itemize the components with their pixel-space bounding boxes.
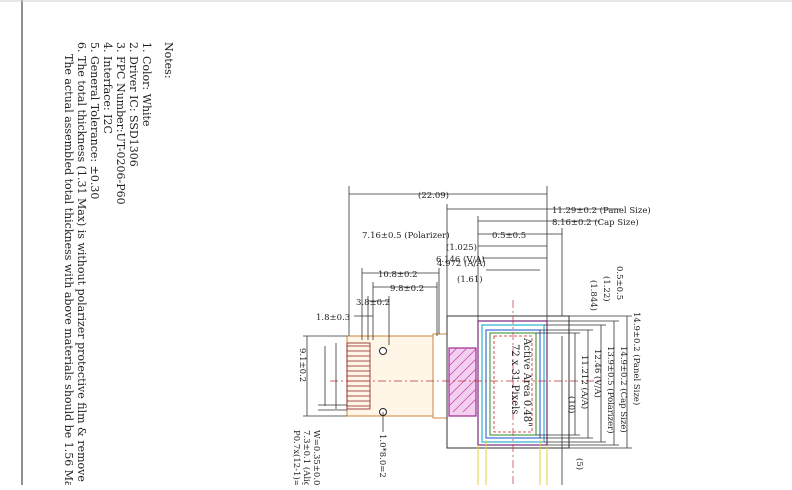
dim-offset-3: (1.61) <box>457 274 483 285</box>
notes-heading: Notes: <box>162 42 175 79</box>
note-5: 5. General Tolerance: ±0.30 <box>88 42 101 199</box>
dim-offset-1: 0.5±0.5 <box>492 231 526 241</box>
dim-aa-height: 11.212 (A/A) <box>579 355 590 409</box>
dim-fpc-width-outer: 10.8±0.2 <box>378 270 418 280</box>
dim-top-offset-3: (1.844) <box>588 280 599 311</box>
fpc-tail <box>346 333 448 419</box>
drawing-sheet: Notes: 1. Color: White 2. Driver IC: SSD… <box>0 0 792 490</box>
note-4: 4. Interface: I2C <box>101 42 114 134</box>
dim-hole: 1.0*8.0=2 <box>377 434 387 478</box>
yellow-guides <box>477 440 548 485</box>
dim-fpc-width-inner: 9.8±0.2 <box>390 284 424 294</box>
note-3: 3. FPC Number:UT-0206-P60 <box>114 42 127 205</box>
note-2: 2. Driver IC: SSD1306 <box>127 42 140 167</box>
dim-lead-width: W=0.35±0.03 <box>311 430 321 485</box>
dim-align: 7.3±0.1 (Align <box>301 430 312 485</box>
dim-cap-width: 8.16±0.2 (Cap Size) <box>552 217 639 228</box>
note-1: 1. Color: White <box>140 42 153 126</box>
dim-lead-pitch: P0.7x(12-1)= <box>291 430 302 485</box>
horizontal-dimension-labels: (22.09) 11.29±0.2 (Panel Size) 8.16±0.2 … <box>316 190 651 323</box>
dim-fpc-edge: 1.8±0.3 <box>316 313 350 323</box>
dim-va-height: 12.46 (V/A) <box>592 349 603 398</box>
dim-cap-height: 14.9±0.2 (Cap Size) <box>618 346 629 433</box>
dim-half-height: (5) <box>574 458 585 470</box>
dim-top-offset-2: 0.5±0.5 <box>614 266 624 300</box>
dim-panel-height: 14.9±0.2 (Panel Size) <box>631 312 642 405</box>
dim-center-offset: (10) <box>566 396 577 413</box>
dim-aa-width-label: 4.972 (A/A) <box>437 258 486 269</box>
driver-ic <box>448 347 477 417</box>
note-6: 6. The total thickness (1.31 Max) is wit… <box>75 42 88 485</box>
dim-top-offset-1: (1.22) <box>601 276 612 302</box>
dim-fpc-pitch: 3.8±0.2 <box>356 298 390 308</box>
dim-overall-width: (22.09) <box>418 190 449 201</box>
dim-offset-2: (1.025) <box>446 242 477 253</box>
note-6-continued: The actual assembled total thickness wit… <box>62 54 75 485</box>
notes-block: Notes: 1. Color: White 2. Driver IC: SSD… <box>62 42 175 490</box>
active-area-size: Active Area 0.48" <box>521 337 532 427</box>
mechanical-drawing: Notes: 1. Color: White 2. Driver IC: SSD… <box>0 0 792 490</box>
active-area-label: Active Area 0.48" 72 x 31 Pixels <box>509 337 532 427</box>
dim-polarizer-width: 7.16±0.5 (Polarizer) <box>362 230 450 241</box>
dim-fpc-height: 9.1±0.2 <box>297 348 307 382</box>
active-area-pixels: 72 x 31 Pixels <box>509 344 520 414</box>
dim-polarizer-height: 13.9±0.5 (Polarizer) <box>605 346 616 434</box>
dim-panel-width: 11.29±0.2 (Panel Size) <box>552 205 651 216</box>
